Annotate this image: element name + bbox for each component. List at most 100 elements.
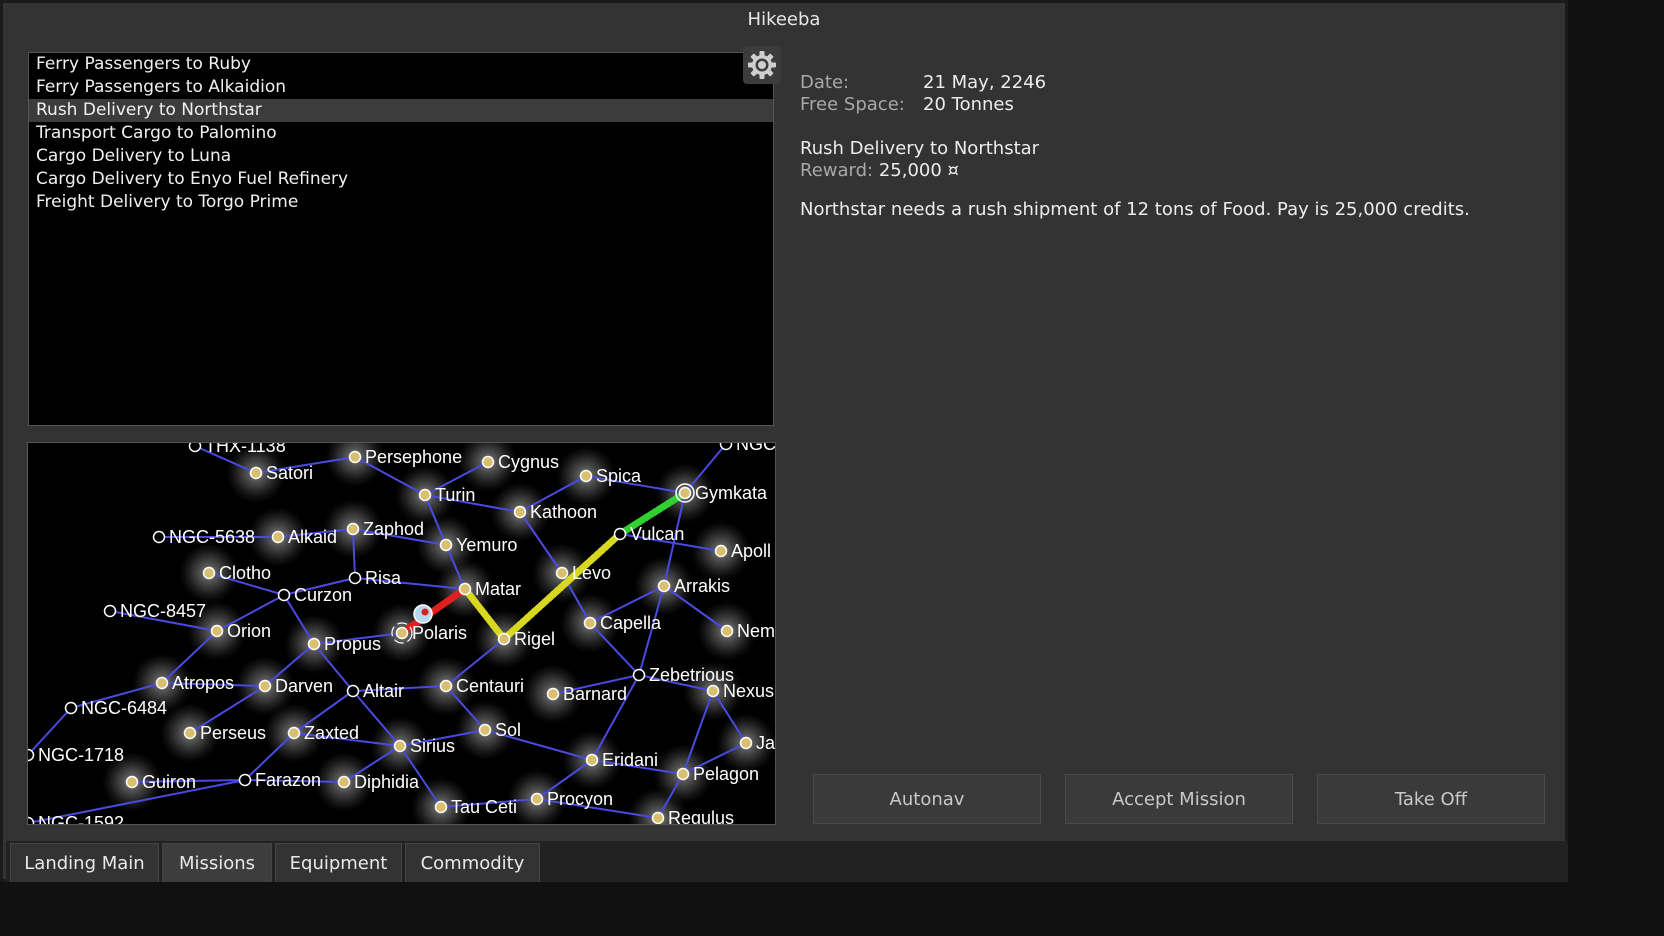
system-label: Spica <box>596 466 642 486</box>
tab-equipment[interactable]: Equipment <box>275 843 402 882</box>
system-label: NGC-1592 <box>38 813 124 824</box>
star-system[interactable]: Gymkata <box>675 483 768 503</box>
tab-commodity[interactable]: Commodity <box>405 843 540 882</box>
landing-window: Hikeeba Ferry Passengers to Ruby Ferry Pa… <box>0 0 1568 882</box>
system-marker[interactable] <box>706 684 720 698</box>
system-marker[interactable] <box>258 679 272 693</box>
system-marker[interactable] <box>439 679 453 693</box>
mission-list-item[interactable]: Ferry Passengers to Ruby <box>29 53 773 76</box>
system-marker[interactable] <box>478 723 492 737</box>
system-marker[interactable] <box>28 748 35 762</box>
system-marker[interactable] <box>613 527 627 541</box>
system-marker[interactable] <box>393 739 407 753</box>
system-marker[interactable] <box>348 450 362 464</box>
system-marker[interactable] <box>183 726 197 740</box>
system-marker[interactable] <box>271 530 285 544</box>
mission-list-item[interactable]: Cargo Delivery to Luna <box>29 145 773 168</box>
system-marker[interactable] <box>346 684 360 698</box>
mission-reward: Reward: 25,000 ¤ <box>800 160 959 181</box>
system-marker[interactable] <box>585 753 599 767</box>
star-system[interactable]: Persephone <box>348 447 463 467</box>
star-system[interactable]: NGC-6484 <box>64 698 168 718</box>
system-label: Sol <box>495 720 521 740</box>
system-label: Zaphod <box>363 519 424 539</box>
star-system[interactable]: Curzon <box>277 585 353 605</box>
system-marker[interactable] <box>418 488 432 502</box>
star-system[interactable]: Zebetrious <box>632 665 735 685</box>
system-marker[interactable] <box>346 522 360 536</box>
star-system[interactable]: NGC-8457 <box>103 601 207 621</box>
system-marker[interactable] <box>583 616 597 630</box>
system-marker[interactable] <box>497 632 511 646</box>
tab-bar: Landing Main Missions Equipment Commodit… <box>6 841 1568 882</box>
star-system[interactable]: NGC-1718 <box>28 745 124 765</box>
autonav-button[interactable]: Autonav <box>813 774 1041 824</box>
system-marker[interactable] <box>238 773 252 787</box>
settings-button[interactable] <box>743 46 781 84</box>
system-marker[interactable] <box>458 582 472 596</box>
system-marker[interactable] <box>720 624 734 638</box>
star-system[interactable]: Risa <box>348 568 402 588</box>
system-marker[interactable] <box>678 486 692 500</box>
system-marker[interactable] <box>210 624 224 638</box>
tab-landing-main[interactable]: Landing Main <box>10 843 159 882</box>
star-system[interactable]: NGC-1592 <box>28 813 124 824</box>
system-label: Diphidia <box>354 772 420 792</box>
system-marker[interactable] <box>651 811 665 824</box>
date-value: 21 May, 2246 <box>923 72 1047 93</box>
system-label: Pelagon <box>693 764 759 784</box>
mission-list-item[interactable]: Freight Delivery to Torgo Prime <box>29 191 773 214</box>
star-system[interactable]: NGC-5638 <box>152 527 256 547</box>
system-label: Barnard <box>563 684 627 704</box>
system-marker[interactable] <box>434 800 448 814</box>
system-marker[interactable] <box>395 626 409 640</box>
mission-list-item[interactable]: Cargo Delivery to Enyo Fuel Refinery <box>29 168 773 191</box>
system-marker[interactable] <box>103 604 117 618</box>
mission-list-item[interactable]: Transport Cargo to Palomino <box>29 122 773 145</box>
system-marker[interactable] <box>64 701 78 715</box>
star-map-canvas[interactable]: THX-1138 Satori Persephone Cygnus Spica Gymka… <box>28 443 775 824</box>
system-marker[interactable] <box>125 775 139 789</box>
system-marker[interactable] <box>277 588 291 602</box>
system-marker[interactable] <box>555 566 569 580</box>
tab-missions[interactable]: Missions <box>162 843 272 882</box>
system-marker[interactable] <box>155 676 169 690</box>
system-marker[interactable] <box>714 544 728 558</box>
system-label: Risa <box>365 568 402 588</box>
system-marker[interactable] <box>676 767 690 781</box>
system-marker[interactable] <box>719 443 733 451</box>
system-marker[interactable] <box>481 455 495 469</box>
system-label: Gymkata <box>695 483 768 503</box>
system-label: Satori <box>266 463 313 483</box>
system-marker[interactable] <box>530 792 544 806</box>
system-marker[interactable] <box>348 571 362 585</box>
system-marker[interactable] <box>152 530 166 544</box>
system-label: Persephone <box>365 447 462 467</box>
mission-list-item[interactable]: Rush Delivery to Northstar <box>29 99 773 122</box>
star-map[interactable]: THX-1138 Satori Persephone Cygnus Spica Gymka… <box>27 442 776 825</box>
system-marker[interactable] <box>546 687 560 701</box>
star-system[interactable]: Altair <box>346 681 405 701</box>
system-marker[interactable] <box>513 505 527 519</box>
system-label: Regulus <box>668 808 734 824</box>
system-marker[interactable] <box>287 726 301 740</box>
system-marker[interactable] <box>439 538 453 552</box>
system-marker[interactable] <box>579 469 593 483</box>
system-marker[interactable] <box>337 775 351 789</box>
mission-list-item[interactable]: Ferry Passengers to Alkaidion <box>29 76 773 99</box>
accept-mission-button[interactable]: Accept Mission <box>1065 774 1293 824</box>
system-marker[interactable] <box>632 668 646 682</box>
system-marker[interactable] <box>202 566 216 580</box>
system-marker[interactable] <box>307 637 321 651</box>
system-marker[interactable] <box>739 736 753 750</box>
system-label: Atropos <box>172 673 234 693</box>
free-space-value: 20 Tonnes <box>923 94 1014 115</box>
star-system[interactable]: NGC <box>719 443 776 454</box>
take-off-button[interactable]: Take Off <box>1317 774 1545 824</box>
system-marker[interactable] <box>188 443 202 453</box>
system-marker[interactable] <box>28 816 35 825</box>
system-marker[interactable] <box>657 579 671 593</box>
mission-list[interactable]: Ferry Passengers to Ruby Ferry Passengers… <box>28 52 774 426</box>
system-label: Centauri <box>456 676 524 696</box>
system-marker[interactable] <box>249 466 263 480</box>
